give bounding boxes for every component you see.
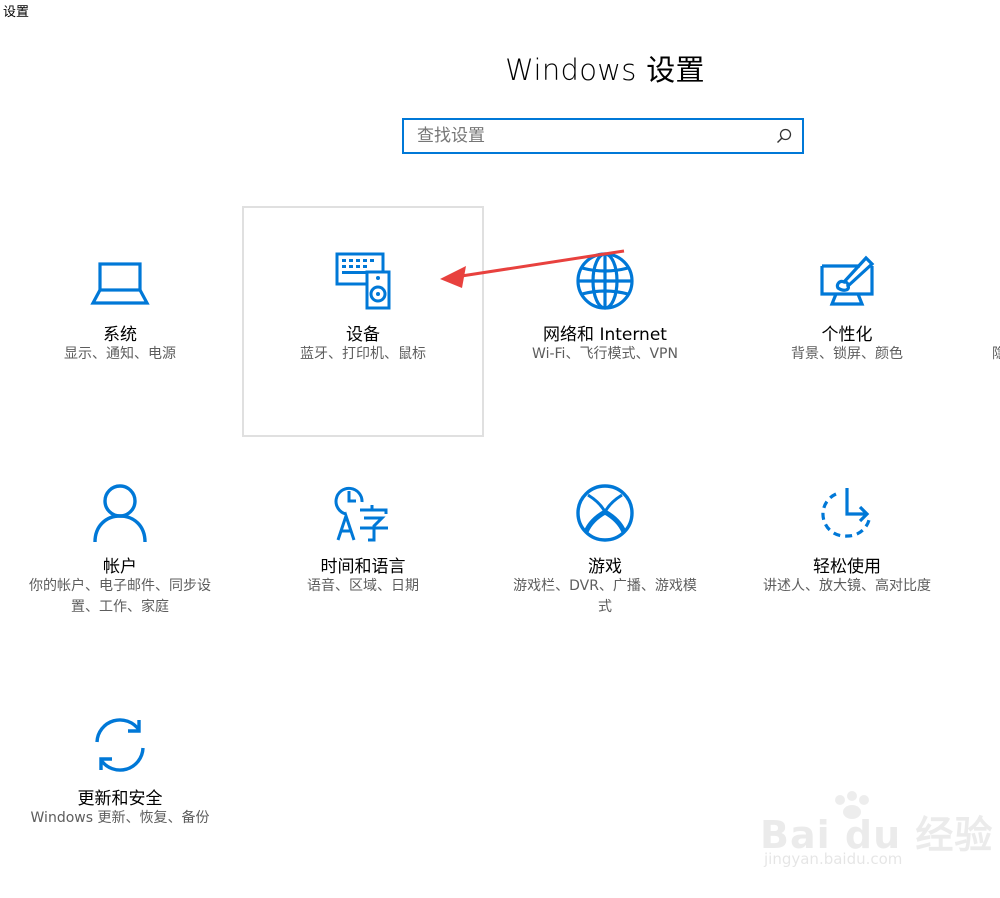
search-icon[interactable] [766, 120, 802, 152]
page-title: Windows 设置 [505, 53, 705, 87]
tile-label: 时间和语言 [320, 557, 406, 577]
tile-ease-of-access[interactable]: 轻松使用 讲述人、放大镜、高对比度 [726, 438, 968, 658]
tile-description: 讲述人、放大镜、高对比度 [763, 578, 931, 594]
paw-logo-icon [835, 791, 869, 819]
tile-label: 帐户 [103, 557, 137, 577]
tile-description: 显示、通知、电源 [64, 346, 176, 362]
tile-description: Windows 更新、恢复、备份 [30, 810, 210, 826]
tile-accounts[interactable]: 帐户 你的帐户、电子邮件、同步设置、工作、家庭 [0, 438, 240, 658]
tile-description: 背景、锁屏、颜色 [791, 346, 903, 362]
sync-icon [89, 714, 151, 776]
person-icon [89, 482, 151, 544]
window-title: 设置 [3, 5, 30, 20]
tile-time-language[interactable]: 时间和语言 语音、区域、日期 [242, 438, 484, 658]
tile-system[interactable]: 系统 显示、通知、电源 [0, 206, 240, 437]
watermark-logo-text: Bai du 经验 [760, 813, 994, 857]
tile-label: 设备 [346, 325, 380, 345]
tile-description: Wi-Fi、飞行模式、VPN [532, 346, 678, 362]
tile-devices[interactable]: 设备 蓝牙、打印机、鼠标 [242, 206, 484, 437]
tile-description: 语音、区域、日期 [307, 578, 419, 594]
paint-brush-icon [816, 254, 878, 316]
tile-description: 游戏栏、DVR、广播、游戏模式 [513, 578, 697, 615]
watermark-url: jingyan.baidu.com [764, 850, 903, 868]
globe-icon [574, 250, 636, 312]
search-box[interactable] [402, 118, 804, 154]
time-language-icon [332, 482, 394, 544]
ease-of-access-icon [816, 482, 878, 544]
xbox-icon [574, 482, 636, 544]
tile-description: 蓝牙、打印机、鼠标 [300, 346, 426, 362]
tile-label: 游戏 [588, 557, 622, 577]
tile-label: 轻松使用 [813, 557, 881, 577]
offscreen-tile-description: 隐 [992, 346, 1000, 362]
tile-personalization[interactable]: 个性化 背景、锁屏、颜色 [726, 206, 968, 437]
tile-description: 你的帐户、电子邮件、同步设置、工作、家庭 [29, 578, 211, 615]
tile-label: 系统 [103, 325, 137, 345]
search-input[interactable] [404, 120, 766, 152]
laptop-icon [89, 254, 151, 316]
watermark: Bai du 经验 jingyan.baidu.com [760, 790, 992, 880]
tile-gaming[interactable]: 游戏 游戏栏、DVR、广播、游戏模式 [484, 438, 726, 658]
keyboard-speaker-icon [332, 250, 394, 312]
tile-label: 个性化 [821, 325, 873, 345]
tile-update-security[interactable]: 更新和安全 Windows 更新、恢复、备份 [0, 670, 240, 890]
tile-label: 网络和 Internet [543, 325, 667, 345]
tile-network[interactable]: 网络和 Internet Wi-Fi、飞行模式、VPN [484, 206, 726, 437]
tile-label: 更新和安全 [77, 789, 163, 809]
